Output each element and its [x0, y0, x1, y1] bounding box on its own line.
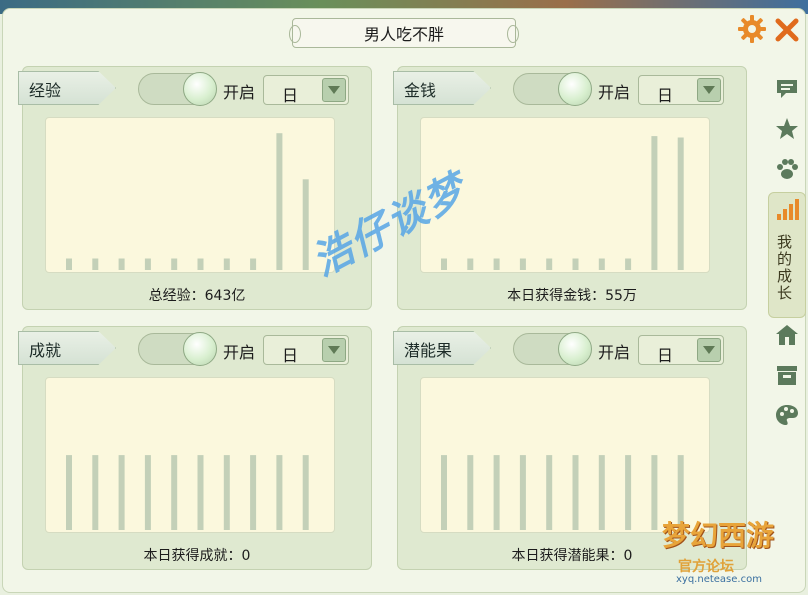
chart-bar [651, 136, 658, 270]
paw-icon[interactable] [770, 152, 804, 186]
achievement-summary: 本日获得成就：0 [143, 548, 251, 564]
chart-bar [519, 455, 526, 530]
chart-bar [276, 133, 283, 270]
chart-bar [144, 455, 151, 530]
chart-bar [171, 455, 178, 530]
exp-toggle[interactable] [138, 72, 217, 106]
chart-bar [572, 258, 579, 270]
achievement-period-select[interactable]: 日 [263, 335, 349, 365]
money-period-select[interactable]: 日 [638, 75, 724, 105]
potential-period-value: 日 [657, 346, 674, 365]
panel-achievement: 成就 开启 日 本日获得成就：0 [18, 326, 372, 570]
chart-bar [519, 258, 526, 270]
window-title: 男人吃不胖 [289, 18, 519, 48]
money-toggle-label: 开启 [598, 83, 631, 102]
chart-bar [144, 258, 151, 270]
exp-period-value: 日 [282, 86, 299, 105]
game-logo: 梦幻西游 官方论坛 xyq.netease.com [658, 512, 798, 588]
toggle-knob [183, 332, 217, 366]
chart-bar [171, 258, 178, 270]
chart-bar [66, 455, 72, 530]
chart-bar [467, 455, 474, 530]
chevron-down-icon[interactable] [697, 338, 721, 362]
achievement-bar-chart [66, 455, 309, 530]
chart-bar [677, 137, 684, 270]
chart-bar [250, 455, 257, 530]
chart-bar [598, 258, 605, 270]
side-rail: 我的成长 [766, 64, 808, 444]
chart-bar [118, 455, 125, 530]
chart-bar [276, 455, 283, 530]
potential-toggle-label: 开启 [598, 343, 631, 362]
tag-achievement-label: 成就 [29, 341, 62, 360]
chart-bar [66, 258, 72, 270]
gear-icon[interactable] [737, 14, 767, 44]
chart-bar [223, 455, 230, 530]
logo-url: xyq.netease.com [676, 574, 762, 585]
chart-bar [625, 455, 632, 530]
toggle-knob [558, 72, 592, 106]
money-summary: 本日获得金钱：55万 [507, 288, 637, 304]
chevron-down-icon[interactable] [697, 78, 721, 102]
chart-bar [546, 455, 553, 530]
chart-bar [302, 455, 309, 530]
achievement-chart [45, 377, 335, 533]
tag-money-label: 金钱 [404, 81, 437, 100]
chart-bar [302, 179, 309, 270]
tag-exp-label: 经验 [29, 81, 62, 100]
box-icon[interactable] [770, 358, 804, 392]
exp-chart [45, 117, 335, 273]
chart-bar [441, 455, 447, 530]
achievement-toggle-label: 开启 [223, 343, 256, 362]
chevron-down-icon[interactable] [322, 78, 346, 102]
chart-bar [92, 455, 99, 530]
logo-sub: 官方论坛 [678, 559, 734, 575]
chart-bar [92, 258, 99, 270]
exp-toggle-label: 开启 [223, 83, 256, 102]
signal-icon[interactable] [770, 192, 804, 226]
chart-bar [197, 258, 204, 270]
chart-bar [651, 455, 658, 530]
toggle-knob [558, 332, 592, 366]
money-period-value: 日 [657, 86, 674, 105]
exp-period-select[interactable]: 日 [263, 75, 349, 105]
exp-summary: 总经验：643亿 [148, 288, 246, 304]
chart-bar [546, 258, 553, 270]
achievement-period-value: 日 [282, 346, 299, 365]
chart-bar [467, 258, 474, 270]
chart-bar [493, 258, 500, 270]
chevron-down-icon[interactable] [322, 338, 346, 362]
logo-name: 梦幻西游 [662, 519, 775, 552]
close-icon[interactable] [773, 16, 801, 44]
chart-bar [250, 258, 257, 270]
exp-bar-chart [66, 133, 309, 270]
house-icon[interactable] [770, 318, 804, 352]
chat-icon[interactable] [770, 72, 804, 106]
potential-toggle[interactable] [513, 332, 592, 366]
potential-bar-chart [441, 455, 684, 530]
star-icon[interactable] [770, 112, 804, 146]
achievement-toggle[interactable] [138, 332, 217, 366]
tag-potential-label: 潜能果 [404, 341, 453, 360]
chart-bar [625, 258, 632, 270]
chart-bar [118, 258, 125, 270]
money-toggle[interactable] [513, 72, 592, 106]
tab-my-growth-label: 我的成长 [777, 233, 793, 302]
chart-bar [197, 455, 204, 530]
chart-bar [223, 258, 230, 270]
chart-bar [572, 455, 579, 530]
chart-bar [493, 455, 500, 530]
toggle-knob [183, 72, 217, 106]
palette-icon[interactable] [770, 398, 804, 432]
potential-chart [420, 377, 710, 533]
chart-bar [598, 455, 605, 530]
chart-bar [441, 258, 447, 270]
potential-period-select[interactable]: 日 [638, 335, 724, 365]
